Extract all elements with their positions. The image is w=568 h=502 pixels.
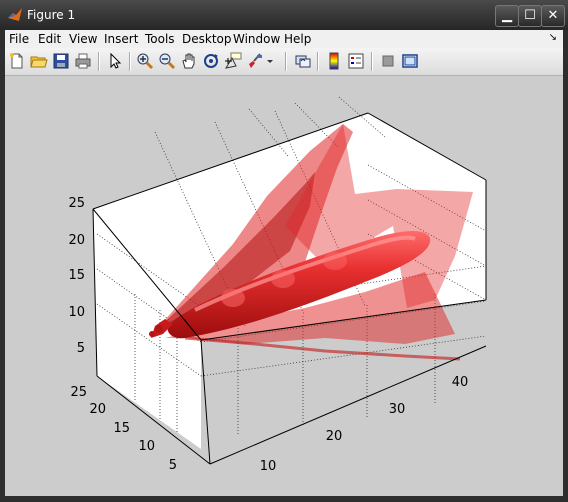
x-tick-label: 40 — [452, 375, 469, 390]
z-tick-label: 5 — [77, 341, 85, 356]
menu-desktop[interactable]: Desktop — [182, 32, 232, 46]
z-tick-label: 15 — [68, 268, 85, 283]
menu-file[interactable]: File — [9, 32, 29, 46]
toolbar-separator — [317, 52, 319, 71]
x-tick-label: 30 — [389, 402, 406, 417]
legend-icon[interactable] — [347, 52, 365, 70]
zoom-in-icon[interactable] — [136, 52, 154, 70]
menu-tools[interactable]: Tools — [145, 32, 175, 46]
minimize-button[interactable]: ▁ — [495, 5, 519, 27]
toolbar-separator — [371, 52, 373, 71]
y-tick-label: 5 — [169, 458, 177, 473]
open-file-icon[interactable] — [30, 52, 48, 70]
save-icon[interactable] — [52, 52, 70, 70]
maximize-icon: ☐ — [524, 8, 536, 23]
brush-dropdown-icon[interactable] — [265, 52, 275, 70]
title-bar[interactable]: Figure 1 ▁ ☐ ✕ — [0, 0, 568, 30]
figure-toolbar — [5, 48, 563, 76]
menu-help[interactable]: Help — [284, 32, 311, 46]
x-axis-ticks: 10 20 30 40 — [260, 375, 469, 474]
maximize-button[interactable]: ☐ — [518, 5, 542, 27]
toolbar-separator — [129, 52, 131, 71]
y-tick-label: 25 — [70, 385, 87, 400]
rotate-3d-icon[interactable] — [202, 52, 220, 70]
z-tick-label: 20 — [68, 233, 85, 248]
y-tick-label: 20 — [89, 402, 106, 417]
z-axis-ticks: 25 20 15 10 5 — [68, 196, 85, 356]
toolbar-separator — [285, 52, 287, 71]
window-title: Figure 1 — [27, 8, 76, 22]
brush-icon[interactable] — [246, 52, 264, 70]
menu-insert[interactable]: Insert — [104, 32, 138, 46]
x-tick-label: 20 — [326, 429, 343, 444]
tube-bulge — [271, 270, 295, 288]
toolbar-separator — [98, 52, 100, 71]
tube-tip-blob — [149, 331, 155, 337]
edit-plot-arrow-icon[interactable] — [106, 52, 124, 70]
axes-3d[interactable]: 25 20 15 10 5 25 20 15 10 5 10 20 30 40 — [5, 76, 563, 496]
y-tick-label: 15 — [113, 421, 130, 436]
menu-bar: File Edit View Insert Tools Desktop Wind… — [5, 30, 563, 48]
matlab-logo-icon — [8, 8, 22, 21]
z-tick-label: 25 — [68, 196, 85, 211]
menu-window[interactable]: Window — [233, 32, 280, 46]
z-tick-label: 10 — [68, 305, 85, 320]
pan-hand-icon[interactable] — [180, 52, 198, 70]
dock-arrow-icon[interactable]: ↘ — [549, 32, 557, 43]
show-plot-tools-icon[interactable] — [401, 52, 419, 70]
x-tick-label: 10 — [260, 459, 277, 474]
hide-plot-tools-icon[interactable] — [379, 52, 397, 70]
zoom-out-icon[interactable] — [158, 52, 176, 70]
tube-bulge — [221, 289, 245, 307]
minimize-icon: ▁ — [502, 8, 512, 23]
new-figure-icon[interactable] — [8, 52, 26, 70]
data-cursor-icon[interactable] — [224, 52, 242, 70]
menu-view[interactable]: View — [69, 32, 97, 46]
tube-tip-blob — [155, 325, 163, 333]
colorbar-icon[interactable] — [325, 52, 343, 70]
tube-bulge — [323, 252, 347, 270]
print-icon[interactable] — [74, 52, 92, 70]
menu-edit[interactable]: Edit — [38, 32, 61, 46]
close-button[interactable]: ✕ — [541, 5, 565, 27]
close-icon: ✕ — [547, 8, 559, 23]
figure-canvas[interactable]: 25 20 15 10 5 25 20 15 10 5 10 20 30 40 — [5, 76, 563, 496]
link-plot-icon[interactable] — [294, 52, 312, 70]
y-tick-label: 10 — [138, 439, 155, 454]
figure-window: Figure 1 ▁ ☐ ✕ File Edit View Insert Too… — [0, 0, 568, 502]
